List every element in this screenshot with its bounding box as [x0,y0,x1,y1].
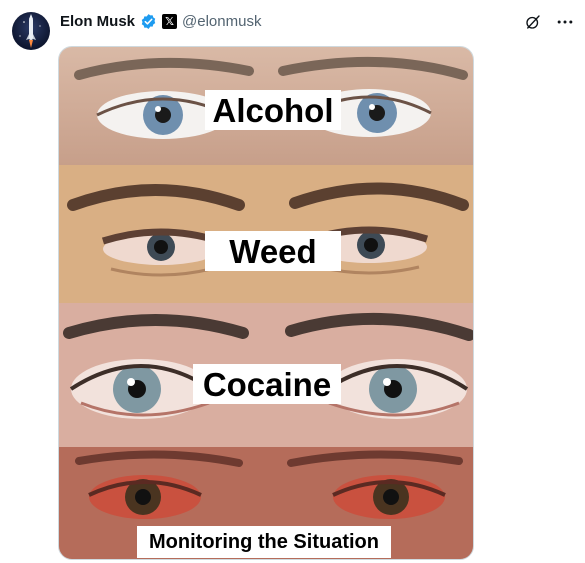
rocket-icon [19,14,41,48]
post-header: Elon Musk 𝕏 @elonmusk [60,10,261,32]
author-handle[interactable]: @elonmusk [182,13,261,30]
post-image[interactable]: Alcohol Weed Cocaine Monitoring the Situ… [58,46,474,560]
post-actions-top [523,12,575,32]
grok-icon[interactable] [523,12,543,32]
more-options-icon[interactable] [555,12,575,32]
caption-cocaine: Cocaine [193,364,341,404]
verified-badge-icon[interactable] [140,13,157,30]
x-logo-icon: 𝕏 [162,13,178,29]
caption-weed: Weed [205,231,341,271]
caption-alcohol: Alcohol [205,90,341,130]
author-name[interactable]: Elon Musk [60,13,135,30]
caption-monitoring: Monitoring the Situation [137,526,391,558]
avatar[interactable] [12,12,50,50]
